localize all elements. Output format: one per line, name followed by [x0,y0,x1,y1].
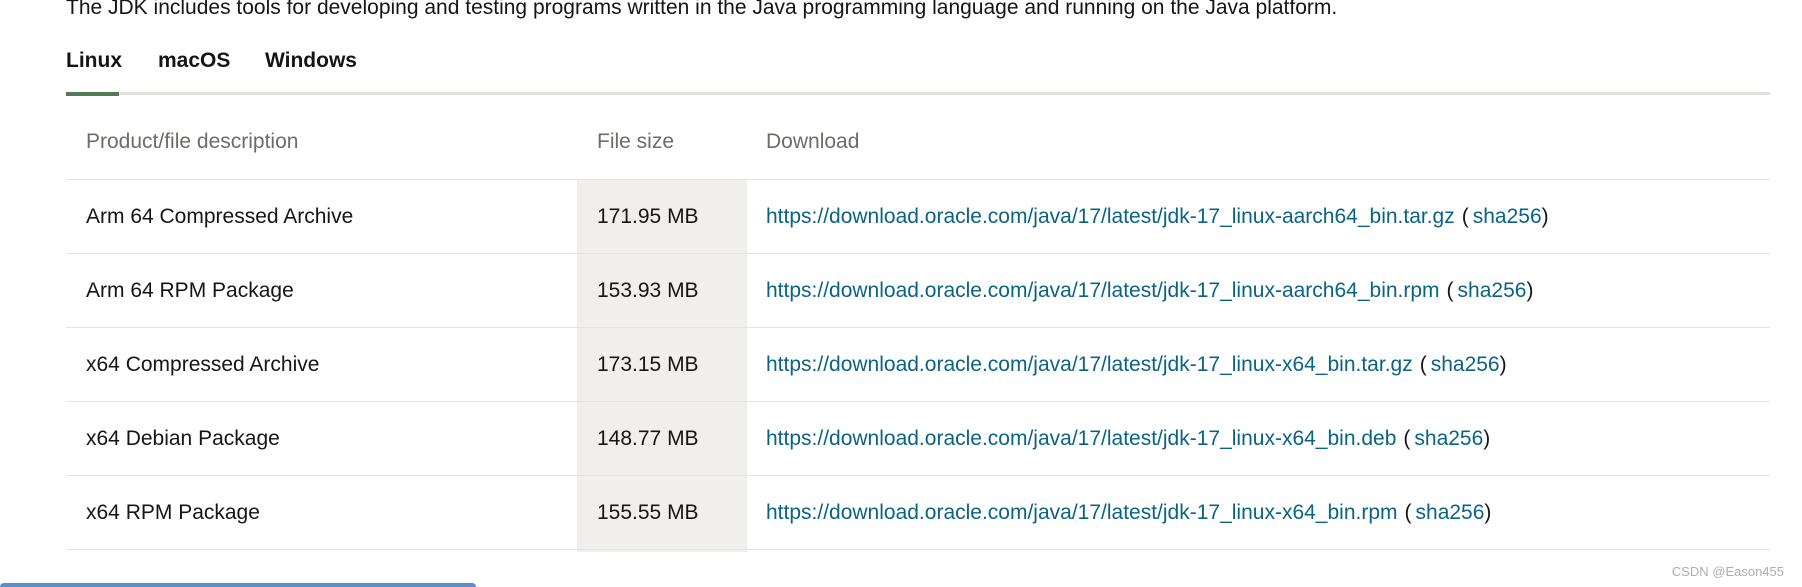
header-description: Product/file description [86,130,299,153]
row-download: https://download.oracle.com/java/17/late… [766,180,1549,253]
paren-close: ) [1483,426,1491,450]
row-description: x64 Compressed Archive [86,352,320,376]
paren-close: ) [1541,204,1549,228]
tabs-divider [66,92,1770,95]
row-description: Arm 64 RPM Package [86,278,294,302]
paren-close: ) [1484,500,1492,524]
row-description: x64 Debian Package [86,426,280,450]
row-file-size: 153.93 MB [597,278,699,302]
table-row: x64 Debian Package 148.77 MB https://dow… [66,402,1770,476]
table-row: Arm 64 Compressed Archive 171.95 MB http… [66,180,1770,254]
row-description: Arm 64 Compressed Archive [86,204,354,228]
row-download: https://download.oracle.com/java/17/late… [766,476,1491,549]
row-file-size: 148.77 MB [597,426,699,450]
tab-linux[interactable]: Linux [66,48,122,74]
table-row: Arm 64 RPM Package 153.93 MB https://dow… [66,254,1770,328]
header-file-size: File size [597,130,675,153]
table-header-row: Product/file description File size Downl… [66,101,1770,180]
table-row: x64 RPM Package 155.55 MB https://downlo… [66,476,1770,550]
sha256-link[interactable]: sha256 [1473,205,1542,229]
paren-close: ) [1526,278,1534,302]
row-file-size: 155.55 MB [597,500,699,524]
row-file-size: 171.95 MB [597,204,699,228]
watermark: CSDN @Eason455 [1671,564,1784,579]
header-download: Download [766,130,860,153]
download-link[interactable]: https://download.oracle.com/java/17/late… [766,427,1396,451]
tab-windows[interactable]: Windows [265,48,357,74]
download-link[interactable]: https://download.oracle.com/java/17/late… [766,205,1455,229]
downloads-table: Product/file description File size Downl… [66,101,1770,552]
row-download: https://download.oracle.com/java/17/late… [766,328,1507,401]
sha256-link[interactable]: sha256 [1414,427,1483,451]
horizontal-scrollbar[interactable] [0,583,476,587]
sha256-link[interactable]: sha256 [1431,353,1500,377]
download-link[interactable]: https://download.oracle.com/java/17/late… [766,501,1398,525]
download-link[interactable]: https://download.oracle.com/java/17/late… [766,353,1413,377]
intro-text: The JDK includes tools for developing an… [66,0,1338,19]
table-row: x64 Compressed Archive 173.15 MB https:/… [66,328,1770,402]
sha256-link[interactable]: sha256 [1458,279,1527,303]
paren-open: ( [1404,500,1412,524]
active-tab-indicator [66,92,119,96]
paren-open: ( [1461,204,1469,228]
download-link[interactable]: https://download.oracle.com/java/17/late… [766,279,1440,303]
paren-open: ( [1403,426,1411,450]
platform-tabs: Linux macOS Windows [66,48,1770,98]
row-download: https://download.oracle.com/java/17/late… [766,402,1490,475]
paren-open: ( [1419,352,1427,376]
tab-macos[interactable]: macOS [158,48,230,74]
paren-open: ( [1446,278,1454,302]
row-download: https://download.oracle.com/java/17/late… [766,254,1533,327]
row-description: x64 RPM Package [86,500,260,524]
row-file-size: 173.15 MB [597,352,699,376]
sha256-link[interactable]: sha256 [1416,501,1485,525]
paren-close: ) [1499,352,1507,376]
